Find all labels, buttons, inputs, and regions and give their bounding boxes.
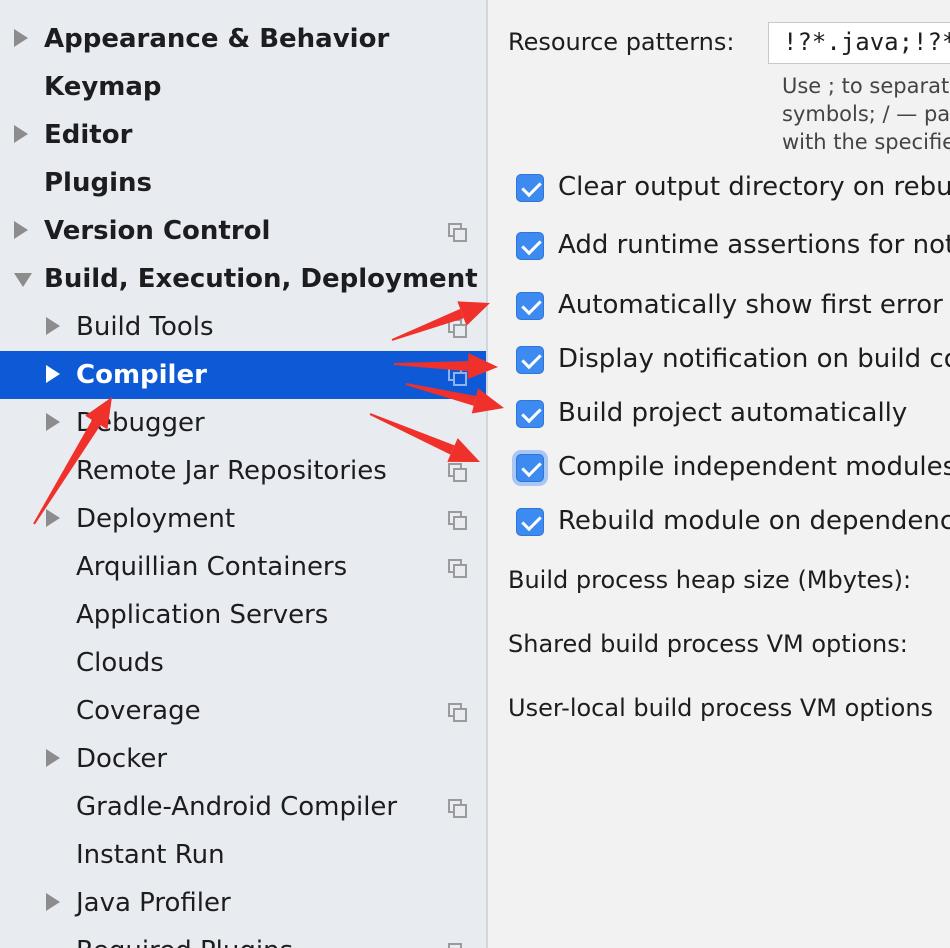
sidebar-item-compiler[interactable]: Compiler <box>0 351 486 399</box>
sidebar-item-deployment[interactable]: Deployment <box>0 495 486 543</box>
project-level-icon <box>448 223 467 242</box>
sidebar-item-label: Required Plugins <box>76 935 293 948</box>
expand-right-icon[interactable] <box>46 509 60 527</box>
sidebar-item-label: Coverage <box>76 696 201 726</box>
sidebar-item-label: Gradle-Android Compiler <box>76 792 398 822</box>
project-level-icon <box>448 703 467 722</box>
expand-right-icon[interactable] <box>46 365 60 383</box>
checkbox-label: Rebuild module on dependency change <box>558 506 950 536</box>
sidebar-item-label: Java Profiler <box>76 888 231 918</box>
sidebar-item-java-profiler[interactable]: Java Profiler <box>0 879 486 927</box>
checkbox-label: Add runtime assertions for notnull <box>558 230 950 260</box>
checkbox[interactable] <box>516 346 544 374</box>
compiler-settings-panel: Resource patterns: !?*.java;!?*.fo Use ;… <box>488 0 950 948</box>
expand-down-icon[interactable] <box>14 273 32 287</box>
expand-right-icon[interactable] <box>14 29 28 47</box>
expand-right-icon[interactable] <box>46 413 60 431</box>
sidebar-item-label: Deployment <box>76 504 236 534</box>
sidebar-item-label: Editor <box>44 120 133 150</box>
expand-right-icon[interactable] <box>46 749 60 767</box>
checkmark-icon <box>521 510 542 532</box>
sidebar-item-build-execution-deployment[interactable]: Build, Execution, Deployment <box>0 255 486 303</box>
sidebar-item-label: Clouds <box>76 648 164 678</box>
checkbox[interactable] <box>516 454 544 482</box>
sidebar-item-label: Debugger <box>76 408 205 438</box>
checkbox-label: Display notification on build completion <box>558 344 950 374</box>
expand-right-icon[interactable] <box>14 221 28 239</box>
project-level-icon <box>448 367 467 386</box>
checkmark-icon <box>521 176 542 198</box>
project-level-icon <box>448 799 467 818</box>
sidebar-item-label: Build, Execution, Deployment <box>44 264 478 294</box>
sidebar-item-clouds[interactable]: Clouds <box>0 639 486 687</box>
expand-right-icon[interactable] <box>46 317 60 335</box>
sidebar-item-editor[interactable]: Editor <box>0 111 486 159</box>
sidebar-item-coverage[interactable]: Coverage <box>0 687 486 735</box>
sidebar-item-keymap[interactable]: Keymap <box>0 63 486 111</box>
checkmark-icon <box>521 456 542 478</box>
checkbox-label: Build project automatically <box>558 398 908 428</box>
expand-right-icon[interactable] <box>46 893 60 911</box>
sidebar-item-plugins[interactable]: Plugins <box>0 159 486 207</box>
sidebar-item-instant-run[interactable]: Instant Run <box>0 831 486 879</box>
checkbox-label: Automatically show first error in editor <box>558 290 950 320</box>
checkbox[interactable] <box>516 508 544 536</box>
sidebar-item-gradle-android-compiler[interactable]: Gradle-Android Compiler <box>0 783 486 831</box>
checkmark-icon <box>521 402 542 424</box>
sidebar-item-label: Arquillian Containers <box>76 552 348 582</box>
sidebar-item-version-control[interactable]: Version Control <box>0 207 486 255</box>
shared-vm-options-label: Shared build process VM options: <box>508 630 908 658</box>
resource-patterns-input[interactable]: !?*.java;!?*.fo <box>768 22 950 64</box>
sidebar-item-label: Keymap <box>44 72 162 102</box>
user-local-vm-options-label: User-local build process VM options <box>508 694 934 722</box>
project-level-icon <box>448 319 467 338</box>
checkbox-label: Compile independent modules in parallel <box>558 452 950 482</box>
checkmark-icon <box>521 234 542 256</box>
sidebar-item-label: Plugins <box>44 168 152 198</box>
sidebar-item-build-tools[interactable]: Build Tools <box>0 303 486 351</box>
checkbox[interactable] <box>516 232 544 260</box>
checkbox[interactable] <box>516 174 544 202</box>
sidebar-item-label: Appearance & Behavior <box>44 24 390 54</box>
checkbox-label: Clear output directory on rebuild <box>558 172 950 202</box>
sidebar-item-docker[interactable]: Docker <box>0 735 486 783</box>
checkmark-icon <box>521 294 542 316</box>
sidebar-item-application-servers[interactable]: Application Servers <box>0 591 486 639</box>
expand-right-icon[interactable] <box>14 125 28 143</box>
project-level-icon <box>448 943 466 948</box>
project-level-icon <box>448 559 467 578</box>
project-level-icon <box>448 463 467 482</box>
resource-patterns-value: !?*.java;!?*.fo <box>783 28 950 56</box>
sidebar-item-label: Instant Run <box>76 840 225 870</box>
project-level-icon <box>448 511 467 530</box>
resource-patterns-hint-line: with the specifie <box>782 130 950 154</box>
sidebar-item-required-plugins[interactable]: Required Plugins <box>0 927 486 948</box>
sidebar-item-label: Build Tools <box>76 312 214 342</box>
settings-sidebar: Appearance & Behavior Keymap Editor Plugins… <box>0 0 486 948</box>
resource-patterns-hint-line: Use ; to separate <box>782 74 950 98</box>
heap-size-label: Build process heap size (Mbytes): <box>508 566 912 594</box>
sidebar-item-label: Remote Jar Repositories <box>76 456 387 486</box>
checkbox[interactable] <box>516 400 544 428</box>
sidebar-item-appearance-behavior[interactable]: Appearance & Behavior <box>0 15 486 63</box>
checkbox[interactable] <box>516 292 544 320</box>
resource-patterns-hint-line: symbols; / — pa <box>782 102 950 126</box>
sidebar-item-remote-jar-repositories[interactable]: Remote Jar Repositories <box>0 447 486 495</box>
sidebar-item-label: Application Servers <box>76 600 329 630</box>
sidebar-item-label: Docker <box>76 744 168 774</box>
checkmark-icon <box>521 348 542 370</box>
resource-patterns-label: Resource patterns: <box>508 28 735 56</box>
sidebar-item-label: Version Control <box>44 216 271 246</box>
sidebar-item-label: Compiler <box>76 360 207 390</box>
sidebar-item-arquillian-containers[interactable]: Arquillian Containers <box>0 543 486 591</box>
sidebar-item-debugger[interactable]: Debugger <box>0 399 486 447</box>
